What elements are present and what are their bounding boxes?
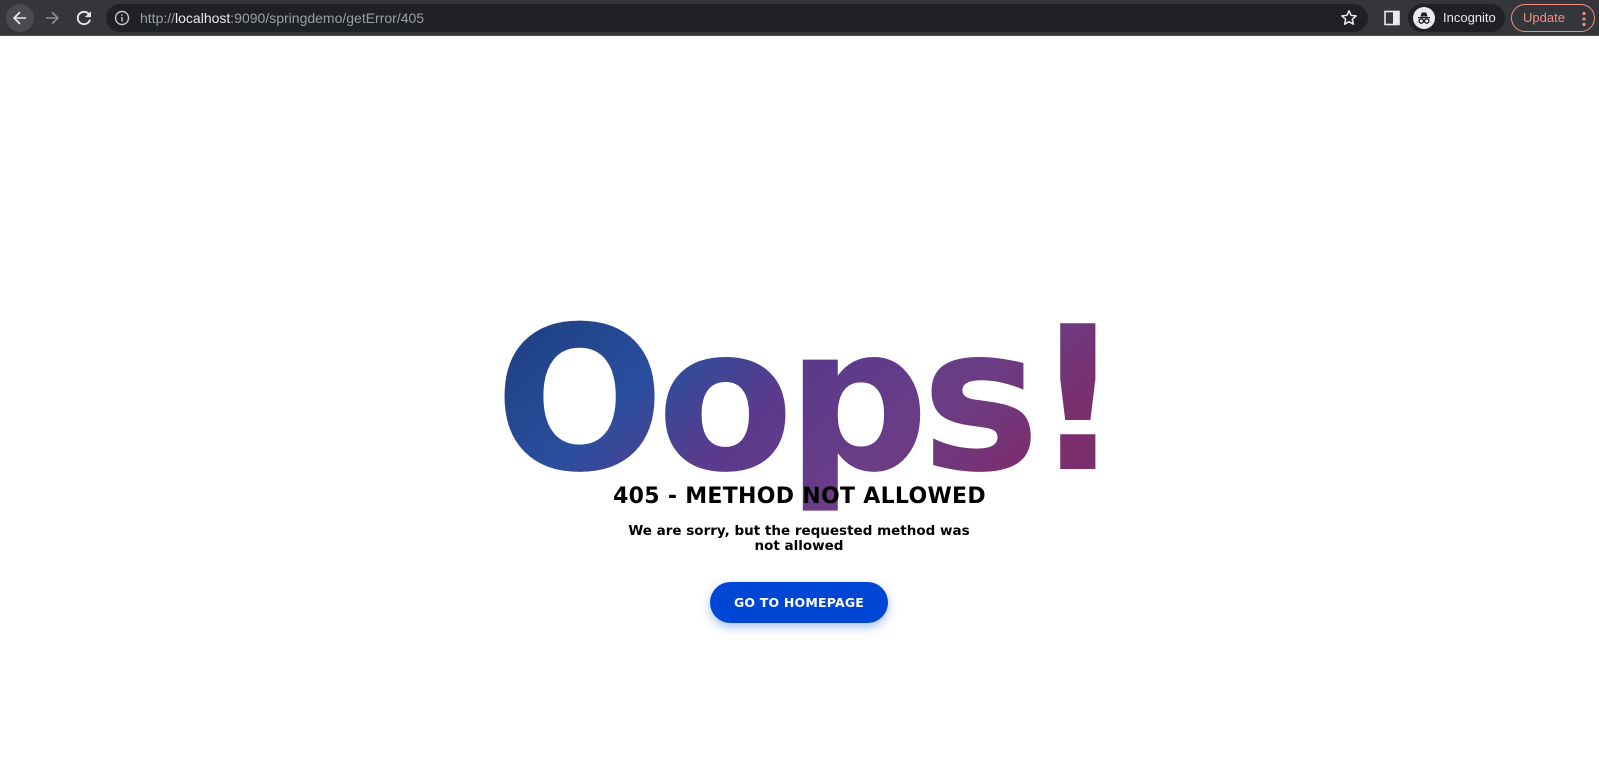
incognito-avatar (1413, 7, 1435, 29)
error-message: We are sorry, but the requested method w… (628, 523, 970, 554)
arrow-back-icon (12, 11, 26, 25)
update-label: Update (1523, 10, 1565, 25)
info-icon[interactable] (114, 10, 130, 26)
url-scheme: http:// (140, 10, 176, 26)
url-host: localhost (175, 10, 231, 26)
incognito-profile-button[interactable]: Incognito (1408, 4, 1505, 32)
update-button[interactable]: Update (1511, 4, 1595, 32)
browser-toolbar: http://localhost:9090/springdemo/getErro… (0, 0, 1599, 36)
back-button[interactable] (6, 4, 34, 32)
star-icon[interactable] (1340, 9, 1358, 27)
side-panel-icon[interactable] (1383, 9, 1401, 27)
address-bar[interactable]: http://localhost:9090/springdemo/getErro… (106, 4, 1368, 32)
reload-icon (76, 10, 91, 26)
arrow-forward-icon (46, 11, 60, 25)
incognito-icon (1418, 12, 1430, 24)
forward-button[interactable] (38, 4, 66, 32)
error-heading: 405 - METHOD NOT ALLOWED (613, 484, 986, 509)
page-content: Oops! 405 - METHOD NOT ALLOWED We are so… (0, 36, 1599, 773)
incognito-label: Incognito (1443, 10, 1496, 25)
more-vert-icon (1582, 11, 1586, 27)
reload-button[interactable] (70, 4, 98, 32)
url-text[interactable]: http://localhost:9090/springdemo/getErro… (140, 10, 424, 26)
url-path: :9090/springdemo/getError/405 (230, 10, 425, 26)
go-to-homepage-button[interactable]: GO TO HOMEPAGE (710, 582, 888, 623)
